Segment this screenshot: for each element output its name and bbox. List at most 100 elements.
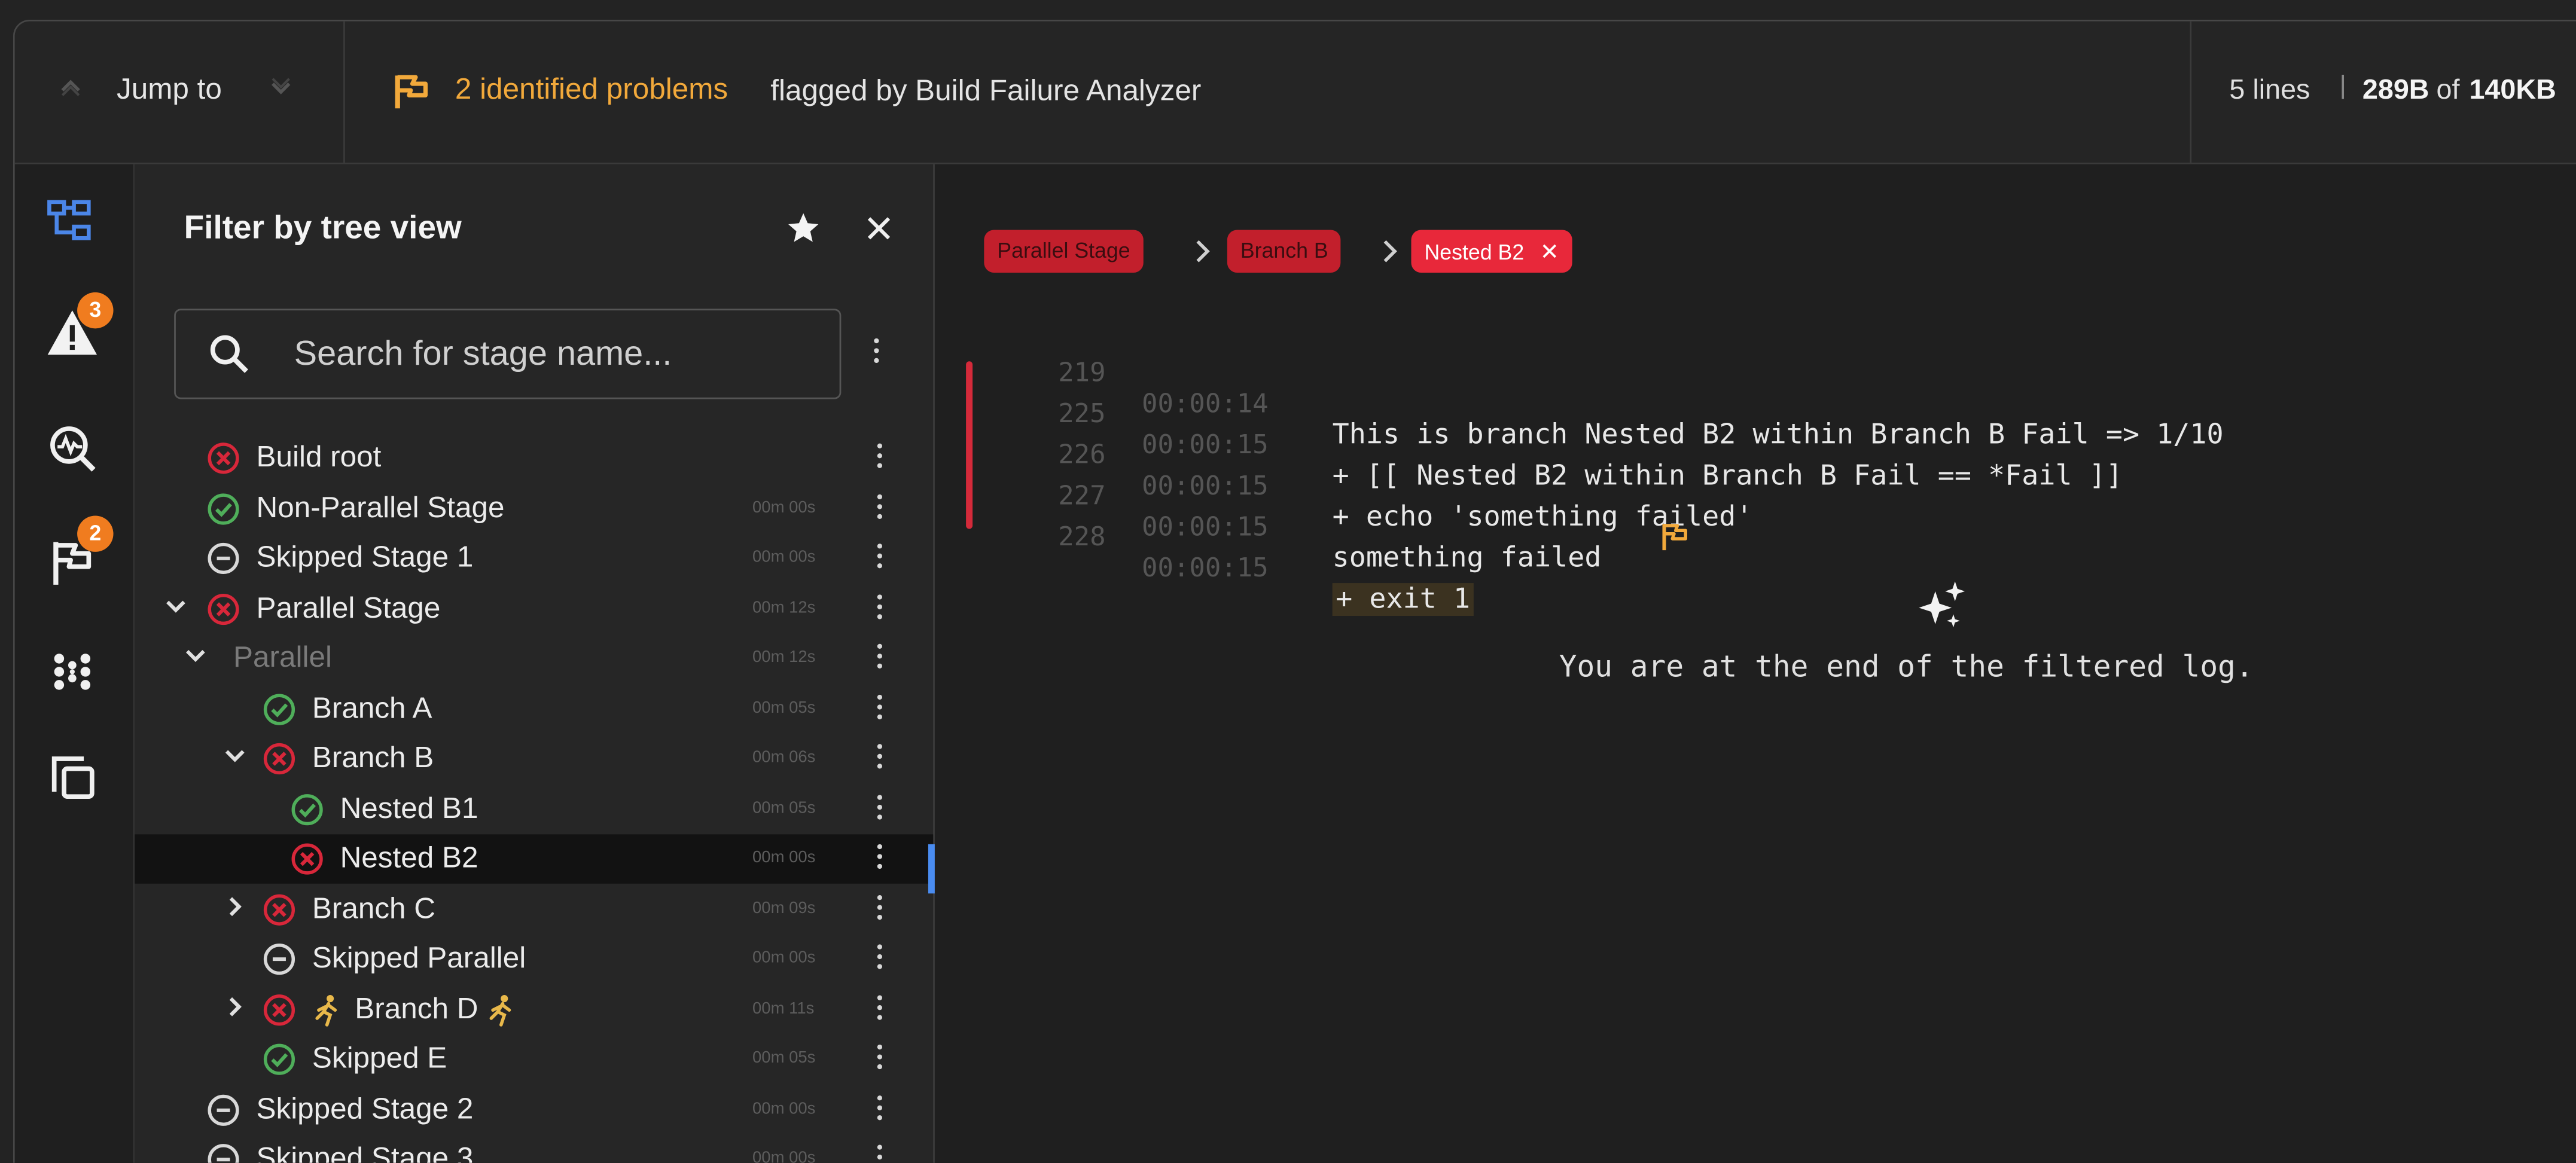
tree-row[interactable]: Nested B2 00m 00s (135, 834, 934, 884)
chevron-right-icon[interactable] (224, 895, 246, 917)
stage-duration: 00m 05s (752, 1049, 816, 1068)
chevron-down-icon[interactable] (164, 594, 187, 616)
log-line: 219 00:00:14 This is branch Nested B2 wi… (935, 325, 2223, 451)
size-total: 140KB (2469, 74, 2556, 105)
tree-view-icon[interactable] (44, 194, 100, 249)
log-line: 225 00:00:15 + [[ Nested B2 within Branc… (935, 367, 2123, 493)
breadcrumb-label: Nested B2 (1424, 240, 1525, 265)
row-menu-icon[interactable] (871, 640, 887, 676)
chevron-down-icon[interactable] (224, 744, 246, 767)
row-menu-icon[interactable] (871, 440, 887, 476)
row-menu-icon[interactable] (871, 590, 887, 626)
flag-icon[interactable]: 2 (44, 515, 114, 591)
close-icon[interactable] (864, 213, 894, 251)
running-icon (312, 993, 342, 1034)
stage-duration: 00m 00s (752, 1149, 816, 1163)
search-icon (209, 334, 251, 384)
sparkles-icon (1914, 578, 1970, 642)
tree-row[interactable]: Skipped Stage 2 00m 00s (135, 1085, 933, 1134)
remove-filter-icon[interactable]: ✕ (1540, 238, 1559, 264)
failed-status-icon (263, 893, 295, 926)
problems-link[interactable]: 2 identified problems (455, 72, 728, 107)
failed-status-icon (291, 843, 324, 875)
tree-row[interactable]: Build root (135, 434, 933, 483)
line-number[interactable]: 228 (1050, 521, 1105, 552)
stage-duration: 00m 12s (752, 599, 816, 617)
search-menu-icon[interactable] (867, 335, 883, 374)
timestamp: 00:00:15 (1142, 551, 1269, 584)
row-menu-icon[interactable] (871, 741, 887, 777)
tree-row[interactable]: Skipped E 00m 05s (135, 1034, 933, 1083)
search-input[interactable] (291, 330, 824, 380)
skipped-status-icon (207, 1093, 240, 1126)
star-icon[interactable] (785, 210, 821, 255)
tree-row[interactable]: Skipped Stage 1 00m 00s (135, 534, 933, 583)
skipped-status-icon (207, 542, 240, 575)
stage-name: Skipped E (312, 1041, 447, 1075)
row-menu-icon[interactable] (871, 991, 887, 1027)
stage-name: Build root (256, 440, 382, 474)
tree-row[interactable]: Nested B1 00m 05s (135, 785, 933, 834)
breadcrumb-branch-b[interactable]: Branch B (1227, 230, 1342, 273)
failed-status-icon (263, 743, 295, 776)
flag-icon[interactable] (1500, 490, 1691, 591)
search-box[interactable] (174, 309, 842, 399)
row-menu-icon[interactable] (871, 891, 887, 927)
tree-row[interactable]: Branch D 00m 11s (135, 985, 933, 1034)
tree-row[interactable]: Skipped Stage 3 00m 00s (135, 1135, 933, 1163)
analyze-icon[interactable] (44, 420, 100, 476)
row-menu-icon[interactable] (871, 941, 887, 977)
row-menu-icon[interactable] (871, 841, 887, 877)
tree-row[interactable]: Non-Parallel Stage 00m 00s (135, 484, 933, 533)
log-line: 228 00:00:15 + exit 1 (935, 490, 1688, 616)
failed-status-icon (263, 993, 295, 1025)
stage-name: Parallel Stage (256, 590, 441, 624)
row-menu-icon[interactable] (871, 1141, 887, 1163)
size-of: of (2436, 74, 2460, 105)
stage-name: Non-Parallel Stage (256, 490, 505, 523)
tree-row[interactable]: Parallel 00m 12s (135, 634, 933, 683)
tree-row[interactable]: Branch A 00m 05s (135, 684, 933, 733)
tree-row[interactable]: Branch C 00m 09s (135, 884, 933, 933)
line-count: 5 lines (2229, 74, 2310, 105)
chevron-right-icon[interactable] (224, 994, 246, 1017)
log-viewer: Parallel Stage Branch B Nested B2 ✕ 219 … (934, 164, 2576, 1163)
dots-grid-icon[interactable] (44, 644, 100, 700)
stage-name: Nested B2 (340, 841, 478, 874)
skipped-status-icon (207, 1143, 240, 1163)
chevron-down-icon[interactable] (268, 74, 294, 105)
log-line: 227 00:00:15 something failed (935, 448, 1601, 575)
running-icon (486, 993, 516, 1034)
log-text: + [[ Nested B2 within Branch B Fail == *… (1332, 460, 2123, 493)
chevron-down-icon[interactable] (184, 644, 207, 667)
row-menu-icon[interactable] (871, 490, 887, 526)
row-menu-icon[interactable] (871, 691, 887, 727)
app-window: Jump to 2 identified problems flagged by… (0, 0, 2576, 1163)
tree-row[interactable]: Branch B 00m 06s (135, 734, 933, 783)
skipped-status-icon (263, 943, 295, 976)
tree-row[interactable]: Skipped Parallel 00m 00s (135, 935, 933, 984)
copy-icon[interactable] (44, 749, 100, 805)
timestamp: 00:00:15 (1142, 428, 1269, 460)
tree-row[interactable]: Parallel Stage 00m 12s (135, 584, 933, 633)
row-menu-icon[interactable] (871, 1091, 887, 1127)
stage-name: Nested B1 (340, 790, 478, 824)
stage-duration: 00m 05s (752, 799, 816, 817)
jump-to-button[interactable]: Jump to (117, 72, 222, 107)
filter-panel: Filter by tree view Build root Non-Parall… (135, 164, 935, 1163)
end-of-log-message: You are at the end of the filtered log. (1559, 650, 2254, 685)
row-menu-icon[interactable] (871, 541, 887, 576)
chevron-up-icon[interactable] (57, 74, 84, 105)
breadcrumb-nested-b2[interactable]: Nested B2 ✕ (1411, 230, 1572, 273)
log-text: + exit 1 (1332, 583, 1474, 616)
timestamp: 00:00:14 (1142, 387, 1269, 419)
stage-name: Branch B (312, 740, 434, 774)
breadcrumb-parallel-stage[interactable]: Parallel Stage (984, 230, 1144, 273)
problems-source-text: flagged by Build Failure Analyzer (770, 74, 1202, 107)
row-menu-icon[interactable] (871, 791, 887, 827)
stage-name: Skipped Stage 2 (256, 1091, 474, 1125)
scroll-position-indicator (928, 844, 935, 894)
warning-icon[interactable]: 3 (44, 292, 114, 361)
success-status-icon (291, 792, 324, 825)
row-menu-icon[interactable] (871, 1041, 887, 1077)
